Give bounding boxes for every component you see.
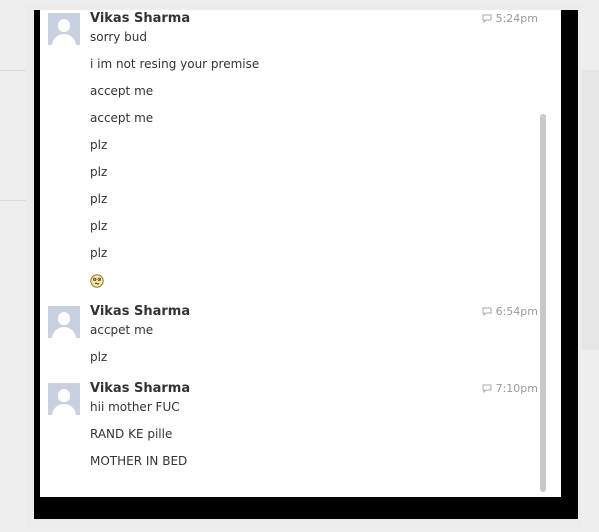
author-name[interactable]: Vikas Sharma: [90, 11, 190, 26]
message-line: plz: [90, 138, 108, 152]
message-line: MOTHER IN BED: [90, 454, 188, 468]
confused-emoticon-icon: [90, 273, 104, 288]
message-line: plz: [90, 219, 108, 233]
chat-panel[interactable]: Vikas Sharma 5:24pm sorry bud i im not r…: [40, 10, 561, 497]
default-avatar-icon[interactable]: [48, 13, 80, 45]
message-list: sorry bud i im not resing your premise a…: [90, 29, 259, 299]
message-line: plz: [90, 350, 108, 364]
message-line: hii mother FUC: [90, 400, 180, 414]
message-timestamp: 5:24pm: [482, 12, 538, 25]
message-timestamp: 6:54pm: [482, 305, 538, 318]
message-line: accpet me: [90, 323, 154, 337]
chat-bubble-icon: [482, 307, 492, 316]
background-sidebar: [579, 70, 599, 350]
message-line: plz: [90, 246, 108, 260]
message-timestamp: 7:10pm: [482, 382, 538, 395]
message-line: accept me: [90, 84, 154, 98]
message-line: [90, 272, 259, 299]
message-line: accept me: [90, 111, 154, 125]
message-list: hii mother FUC RAND KE pille MOTHER IN B…: [90, 399, 187, 480]
author-name[interactable]: Vikas Sharma: [90, 381, 190, 396]
timestamp-text: 5:24pm: [495, 12, 538, 25]
conversation-popup: Vikas Sharma 5:24pm sorry bud i im not r…: [34, 10, 578, 519]
message-line: plz: [90, 165, 108, 179]
chat-bubble-icon: [482, 384, 492, 393]
author-name[interactable]: Vikas Sharma: [90, 304, 190, 319]
scrollbar[interactable]: [540, 10, 547, 497]
message-line: i im not resing your premise: [90, 57, 260, 71]
default-avatar-icon[interactable]: [48, 383, 80, 415]
message-line: RAND KE pille: [90, 427, 173, 441]
scrollbar-thumb[interactable]: [540, 114, 546, 492]
message-list: accpet me plz: [90, 322, 153, 376]
timestamp-text: 6:54pm: [495, 305, 538, 318]
chat-bubble-icon: [482, 14, 492, 23]
default-avatar-icon[interactable]: [48, 306, 80, 338]
message-line: plz: [90, 192, 108, 206]
message-line: sorry bud: [90, 30, 148, 44]
timestamp-text: 7:10pm: [495, 382, 538, 395]
